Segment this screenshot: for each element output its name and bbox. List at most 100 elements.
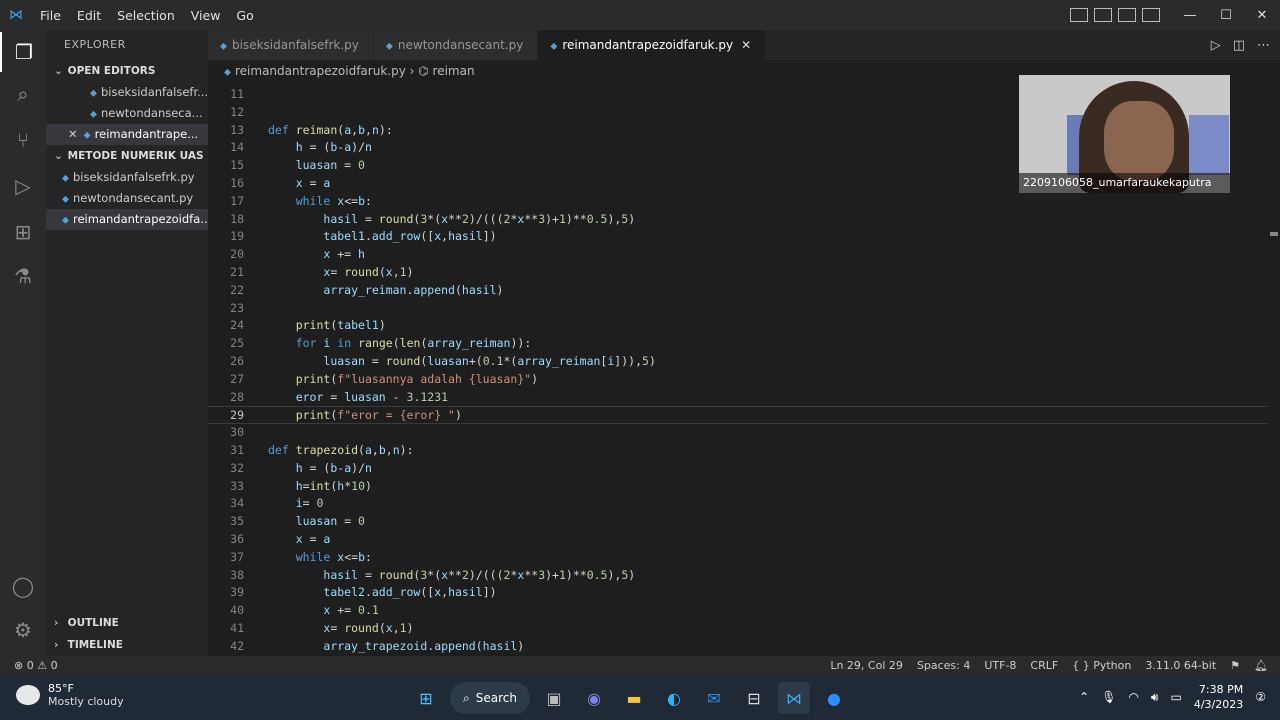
code-line[interactable]: 39 tabel2.add_row([x,hasil])	[208, 584, 1268, 602]
customize-layout-icon[interactable]	[1070, 8, 1088, 22]
code-line[interactable]: 41 x= round(x,1)	[208, 620, 1268, 638]
cursor-position[interactable]: Ln 29, Col 29	[830, 656, 903, 676]
code-line[interactable]: 32 h = (b-a)/n	[208, 460, 1268, 478]
explorer-icon[interactable]: ❐	[0, 32, 46, 72]
code-line[interactable]: 27 print(f"luasannya adalah {luasan}")	[208, 371, 1268, 389]
weather-widget[interactable]: 85°F Mostly cloudy	[16, 682, 124, 708]
menu-edit[interactable]: Edit	[69, 8, 109, 23]
minimize-icon[interactable]: —	[1172, 8, 1208, 23]
menu-file[interactable]: File	[32, 8, 69, 23]
notification-badge[interactable]: ②	[1255, 690, 1266, 704]
store-icon[interactable]: ⊟	[738, 682, 770, 714]
code-line[interactable]: 33 h=int(h*10)	[208, 478, 1268, 496]
search-icon[interactable]: ⌕	[0, 74, 46, 114]
toggle-secondary-sidebar-icon[interactable]	[1142, 8, 1160, 22]
clock[interactable]: 7:38 PM 4/3/2023	[1194, 682, 1243, 712]
tab-bisection[interactable]: ⬥ biseksidanfalsefrk.py	[208, 30, 374, 60]
code-line[interactable]: 25 for i in range(len(array_reiman)):	[208, 335, 1268, 353]
run-debug-icon[interactable]: ▷	[0, 166, 46, 206]
open-editor-item[interactable]: ⬥ newtondanseca...	[46, 103, 208, 124]
code-line[interactable]: 24 print(tabel1)	[208, 317, 1268, 335]
scrollbar-thumb[interactable]	[1270, 232, 1278, 236]
battery-icon[interactable]: ▭	[1170, 690, 1181, 704]
code-line[interactable]: 21 x= round(x,1)	[208, 264, 1268, 282]
sidebar-header: EXPLORER	[64, 38, 126, 51]
timeline-section[interactable]: › TIMELINE	[46, 634, 208, 656]
tab-newton[interactable]: ⬥ newtondansecant.py	[373, 30, 539, 60]
code-line[interactable]: 19 tabel1.add_row([x,hasil])	[208, 228, 1268, 246]
notifications-icon[interactable]: 🔔︎	[1254, 656, 1268, 676]
line-number: 20	[230, 247, 244, 262]
code-text: luasan = 0	[295, 158, 365, 173]
file-item-active[interactable]: ⬥ reimandantrapezoidfa...	[46, 209, 208, 230]
account-icon[interactable]: ◯	[0, 566, 46, 606]
code-text: tabel1.add_row([x,hasil])	[323, 229, 497, 244]
code-line[interactable]: 30	[208, 424, 1268, 442]
extensions-icon[interactable]: ⊞	[0, 212, 46, 252]
open-editor-item[interactable]: ⬥ biseksidanfalsefr...	[46, 82, 208, 103]
breadcrumb-symbol[interactable]: reiman	[433, 64, 475, 78]
indentation[interactable]: Spaces: 4	[917, 656, 970, 676]
code-line[interactable]: 22 array_reiman.append(hasil)	[208, 282, 1268, 300]
code-line[interactable]: 18 hasil = round(3*(x**2)/(((2*x**3)+1)*…	[208, 211, 1268, 229]
code-line[interactable]: 31 def trapezoid(a,b,n):	[208, 442, 1268, 460]
menu-view[interactable]: View	[183, 8, 229, 23]
code-line[interactable]: 36 x = a	[208, 531, 1268, 549]
wifi-icon[interactable]: ◠	[1128, 690, 1138, 704]
microphone-icon[interactable]: 🎙︎	[1101, 690, 1116, 704]
code-line[interactable]: 29 print(f"eror = {eror} ")	[208, 406, 1268, 425]
code-line[interactable]: 42 array_trapezoid.append(hasil)	[208, 638, 1268, 656]
python-interpreter[interactable]: 3.11.0 64-bit	[1145, 656, 1216, 676]
testing-icon[interactable]: ⚗	[0, 256, 46, 296]
mail-icon[interactable]: ✉	[698, 682, 730, 714]
zoom-icon[interactable]: ●	[818, 682, 850, 714]
chat-icon[interactable]: ◉	[578, 682, 610, 714]
open-editor-item-active[interactable]: ✕ ⬥ reimandantrape...	[46, 124, 208, 145]
task-view-icon[interactable]: ▣	[538, 682, 570, 714]
code-line[interactable]: 17 while x<=b:	[208, 193, 1268, 211]
run-icon[interactable]: ▷	[1211, 38, 1221, 53]
taskbar-search[interactable]: ⌕ Search	[450, 682, 530, 714]
code-line[interactable]: 40 x += 0.1	[208, 602, 1268, 620]
language-mode[interactable]: { } Python	[1072, 656, 1131, 676]
file-item[interactable]: ⬥ biseksidanfalsefrk.py	[46, 167, 208, 188]
open-editors-section[interactable]: ⌄ OPEN EDITORS	[46, 60, 208, 82]
menu-go[interactable]: Go	[228, 8, 261, 23]
edge-icon[interactable]: ◐	[658, 682, 690, 714]
editor-scrollbar[interactable]	[1268, 82, 1280, 656]
menu-selection[interactable]: Selection	[109, 8, 183, 23]
source-control-icon[interactable]: ⑂	[0, 120, 46, 160]
code-line[interactable]: 20 x += h	[208, 246, 1268, 264]
tab-reiman-trapezoid[interactable]: ⬥ reimandantrapezoidfaruk.py ✕	[538, 30, 767, 60]
encoding[interactable]: UTF-8	[984, 656, 1016, 676]
code-line[interactable]: 28 eror = luasan - 3.1231	[208, 389, 1268, 407]
chevron-up-icon[interactable]: ⌃	[1079, 690, 1089, 704]
breadcrumb-file[interactable]: reimandantrapezoidfaruk.py	[235, 64, 406, 78]
folder-section[interactable]: ⌄ METODE NUMERIK UAS	[46, 145, 208, 167]
volume-icon[interactable]: 🔊︎	[1151, 690, 1159, 705]
vscode-taskbar-icon[interactable]: ⋈	[778, 682, 810, 714]
split-editor-icon[interactable]: ◫	[1233, 38, 1245, 53]
code-line[interactable]: 23	[208, 300, 1268, 318]
maximize-icon[interactable]: ☐	[1208, 8, 1244, 23]
layout-controls	[1070, 0, 1160, 30]
gear-icon[interactable]: ⚙	[0, 610, 46, 650]
more-actions-icon[interactable]: ⋯	[1257, 38, 1270, 53]
close-tab-icon[interactable]: ✕	[741, 38, 751, 52]
file-item[interactable]: ⬥ newtondansecant.py	[46, 188, 208, 209]
close-icon[interactable]: ✕	[1244, 8, 1280, 23]
toggle-sidebar-icon[interactable]	[1094, 8, 1112, 22]
outline-section[interactable]: › OUTLINE	[46, 612, 208, 634]
file-explorer-icon[interactable]: ▬	[618, 682, 650, 714]
code-line[interactable]: 37 while x<=b:	[208, 549, 1268, 567]
end-of-line[interactable]: CRLF	[1030, 656, 1058, 676]
problems-indicator[interactable]: ⊗ 0 ⚠ 0	[14, 656, 58, 676]
code-line[interactable]: 38 hasil = round(3*(x**2)/(((2*x**3)+1)*…	[208, 567, 1268, 585]
code-line[interactable]: 26 luasan = round(luasan+(0.1*(array_rei…	[208, 353, 1268, 371]
toggle-panel-icon[interactable]	[1118, 8, 1136, 22]
feedback-icon[interactable]: ⚑	[1230, 656, 1240, 676]
code-line[interactable]: 35 luasan = 0	[208, 513, 1268, 531]
code-line[interactable]: 34 i= 0	[208, 495, 1268, 513]
start-icon[interactable]: ⊞	[410, 682, 442, 714]
close-icon[interactable]: ✕	[68, 127, 78, 141]
